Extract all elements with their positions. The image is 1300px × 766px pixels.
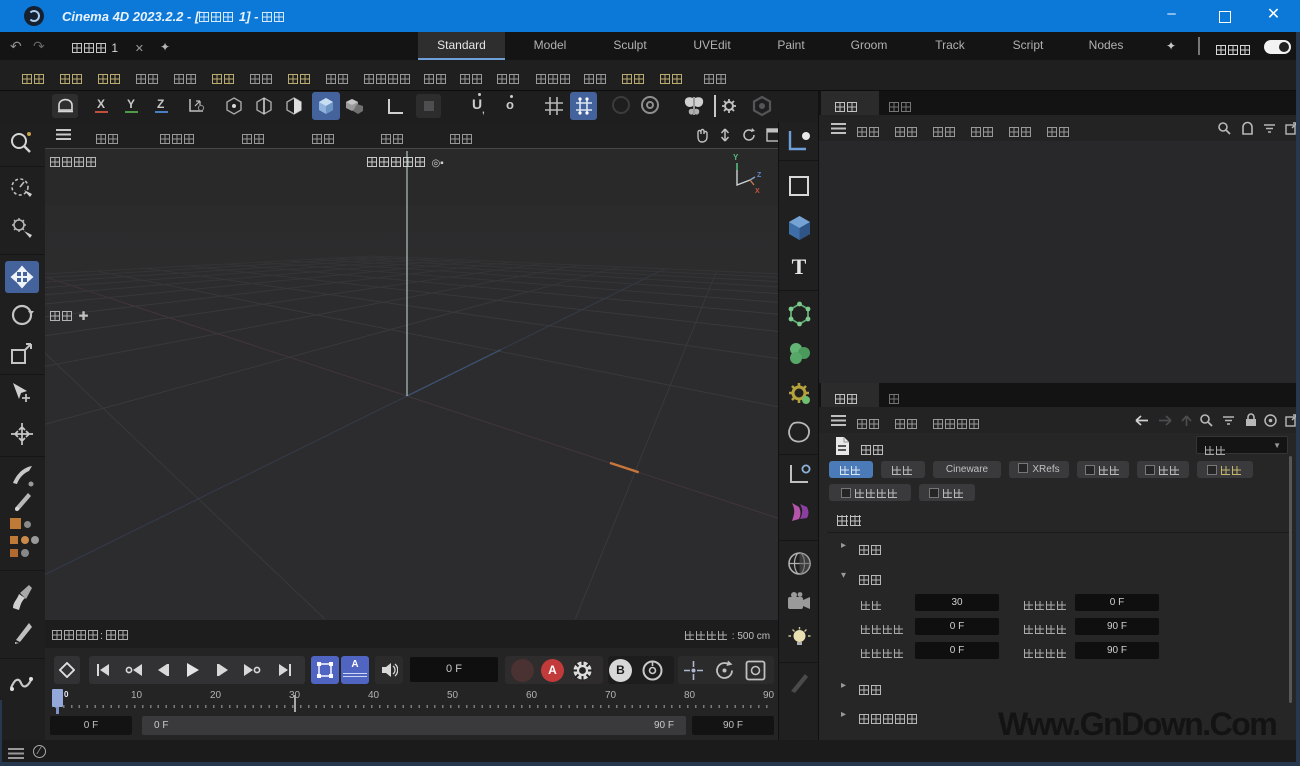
svg-text:Z: Z: [757, 172, 762, 179]
svg-text:X: X: [755, 188, 760, 195]
svg-text:Y: Y: [733, 153, 739, 162]
